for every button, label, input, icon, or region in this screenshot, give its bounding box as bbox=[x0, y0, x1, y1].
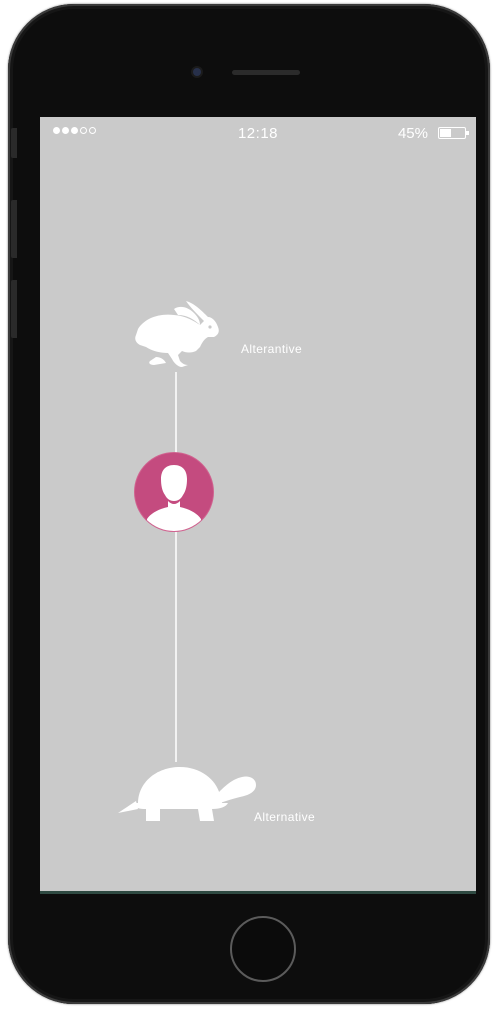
user-avatar[interactable] bbox=[135, 453, 213, 531]
volume-down-button bbox=[11, 280, 17, 338]
volume-up-button bbox=[11, 200, 17, 258]
user-avatar-icon bbox=[147, 465, 201, 531]
rabbit-icon[interactable] bbox=[134, 299, 220, 371]
battery-icon bbox=[438, 127, 469, 139]
status-bar: 12:18 45% bbox=[40, 117, 476, 151]
app-screen: 12:18 45% Alterantive Alternative bbox=[40, 117, 476, 893]
front-camera bbox=[193, 68, 201, 76]
top-option-label[interactable]: Alterantive bbox=[241, 342, 302, 356]
earpiece-speaker bbox=[232, 70, 300, 75]
bottom-option-label[interactable]: Alternative bbox=[254, 810, 315, 824]
timeline-connector bbox=[175, 372, 177, 762]
battery-percent: 45% bbox=[397, 125, 428, 142]
turtle-icon[interactable] bbox=[116, 757, 258, 825]
home-button[interactable] bbox=[230, 916, 296, 982]
battery-fill bbox=[440, 129, 451, 137]
screen-bottom-edge bbox=[40, 891, 476, 894]
mute-switch bbox=[11, 128, 17, 158]
battery-nub bbox=[466, 131, 469, 135]
